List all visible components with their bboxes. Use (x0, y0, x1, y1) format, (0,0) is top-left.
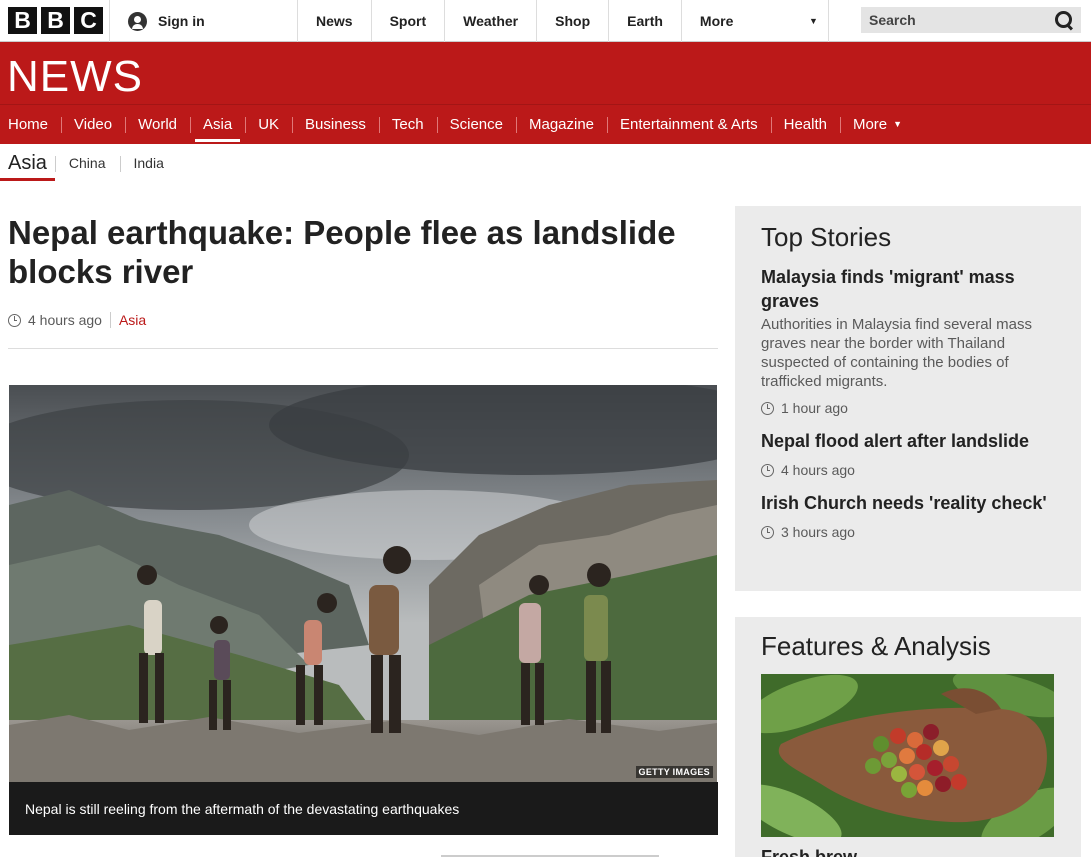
section-tech[interactable]: Tech (378, 104, 437, 144)
user-icon (128, 11, 147, 31)
global-nav-sport[interactable]: Sport (370, 0, 445, 42)
bbc-logo[interactable]: B B C (8, 7, 103, 34)
global-nav-more[interactable]: More ▼ (680, 0, 829, 42)
section-entertainment-arts[interactable]: Entertainment & Arts (607, 104, 771, 144)
section-asia[interactable]: Asia (190, 104, 245, 144)
bbc-masthead: B B C Sign in News Sport Weather Shop Ea… (0, 0, 1091, 42)
logo-letter: B (8, 7, 37, 34)
news-title[interactable]: NEWS (7, 52, 143, 102)
global-nav-shop[interactable]: Shop (536, 0, 608, 42)
section-health[interactable]: Health (770, 104, 840, 144)
clock-icon (761, 525, 774, 539)
global-nav-earth[interactable]: Earth (608, 0, 681, 42)
clock-icon (761, 463, 774, 477)
subnav-india[interactable]: India (119, 155, 178, 172)
image-caption: Nepal is still reeling from the aftermat… (9, 782, 718, 835)
top-story-title[interactable]: Nepal flood alert after landslide (761, 429, 1055, 453)
top-story-timestamp: 4 hours ago (781, 462, 855, 478)
section-video[interactable]: Video (61, 104, 125, 144)
search-input[interactable] (869, 12, 1039, 28)
top-story-timestamp: 3 hours ago (781, 524, 855, 540)
global-nav-weather[interactable]: Weather (444, 0, 536, 42)
top-story-meta: 1 hour ago (761, 400, 1055, 416)
section-home[interactable]: Home (0, 104, 61, 144)
section-science[interactable]: Science (436, 104, 516, 144)
sign-in-link[interactable]: Sign in (109, 0, 298, 42)
section-more[interactable]: More ▼ (839, 104, 915, 144)
top-story-item[interactable]: Irish Church needs 'reality check' 3 hou… (761, 491, 1055, 540)
section-business[interactable]: Business (292, 104, 379, 144)
features-panel: Features & Analysis Fresh brew (735, 617, 1081, 857)
top-story-meta: 4 hours ago (761, 462, 1055, 478)
subnav-current[interactable]: Asia (0, 144, 55, 182)
global-more-label: More (699, 13, 734, 29)
logo-letter: B (41, 7, 70, 34)
section-world[interactable]: World (125, 104, 190, 144)
top-stories-title: Top Stories (761, 222, 892, 252)
section-nav: Home Video World Asia UK Business Tech S… (0, 104, 915, 144)
story-category-link[interactable]: Asia (119, 312, 146, 328)
global-nav-news[interactable]: News (297, 0, 371, 42)
story-image: GETTY IMAGES (9, 385, 717, 782)
section-uk[interactable]: UK (245, 104, 292, 144)
image-credit: GETTY IMAGES (635, 766, 713, 778)
clock-icon (761, 401, 774, 415)
section-more-label: More (852, 115, 888, 133)
top-story-title[interactable]: Irish Church needs 'reality check' (761, 491, 1055, 515)
sign-in-label: Sign in (158, 13, 205, 29)
top-story-meta: 3 hours ago (761, 524, 1055, 540)
feature-image[interactable] (761, 674, 1054, 837)
top-story-timestamp: 1 hour ago (781, 400, 848, 416)
meta-divider (109, 312, 111, 328)
nepal-landslide-photo (9, 385, 717, 782)
top-story-item[interactable]: Nepal flood alert after landslide 4 hour… (761, 429, 1055, 478)
search-icon[interactable] (1055, 11, 1073, 29)
search-box[interactable] (861, 7, 1081, 33)
section-magazine[interactable]: Magazine (515, 104, 607, 144)
clock-icon (8, 313, 21, 327)
news-banner: NEWS Home Video World Asia UK Business T… (0, 42, 1091, 144)
subnav-china[interactable]: China (54, 155, 120, 172)
top-story-item[interactable]: Malaysia finds 'migrant' mass graves Aut… (761, 265, 1055, 416)
story-headline: Nepal earthquake: People flee as landsli… (8, 214, 676, 290)
story-timestamp: 4 hours ago (28, 312, 102, 328)
top-story-title[interactable]: Malaysia finds 'migrant' mass graves (761, 265, 1055, 313)
logo-letter: C (74, 7, 103, 34)
headline-rule (8, 348, 718, 349)
feature-title[interactable]: Fresh brew (761, 847, 1055, 857)
caret-down-icon: ▼ (893, 119, 903, 129)
features-title: Features & Analysis (761, 631, 991, 661)
caret-down-icon: ▼ (809, 16, 818, 26)
top-stories-panel: Top Stories Malaysia finds 'migrant' mas… (735, 206, 1081, 591)
sub-nav: Asia China India (0, 144, 178, 182)
global-nav: News Sport Weather Shop Earth More ▼ (297, 0, 829, 42)
coffee-cherries-photo (761, 674, 1054, 837)
top-story-summary: Authorities in Malaysia find several mas… (761, 316, 1032, 390)
story-meta: 4 hours ago Asia (8, 312, 146, 328)
